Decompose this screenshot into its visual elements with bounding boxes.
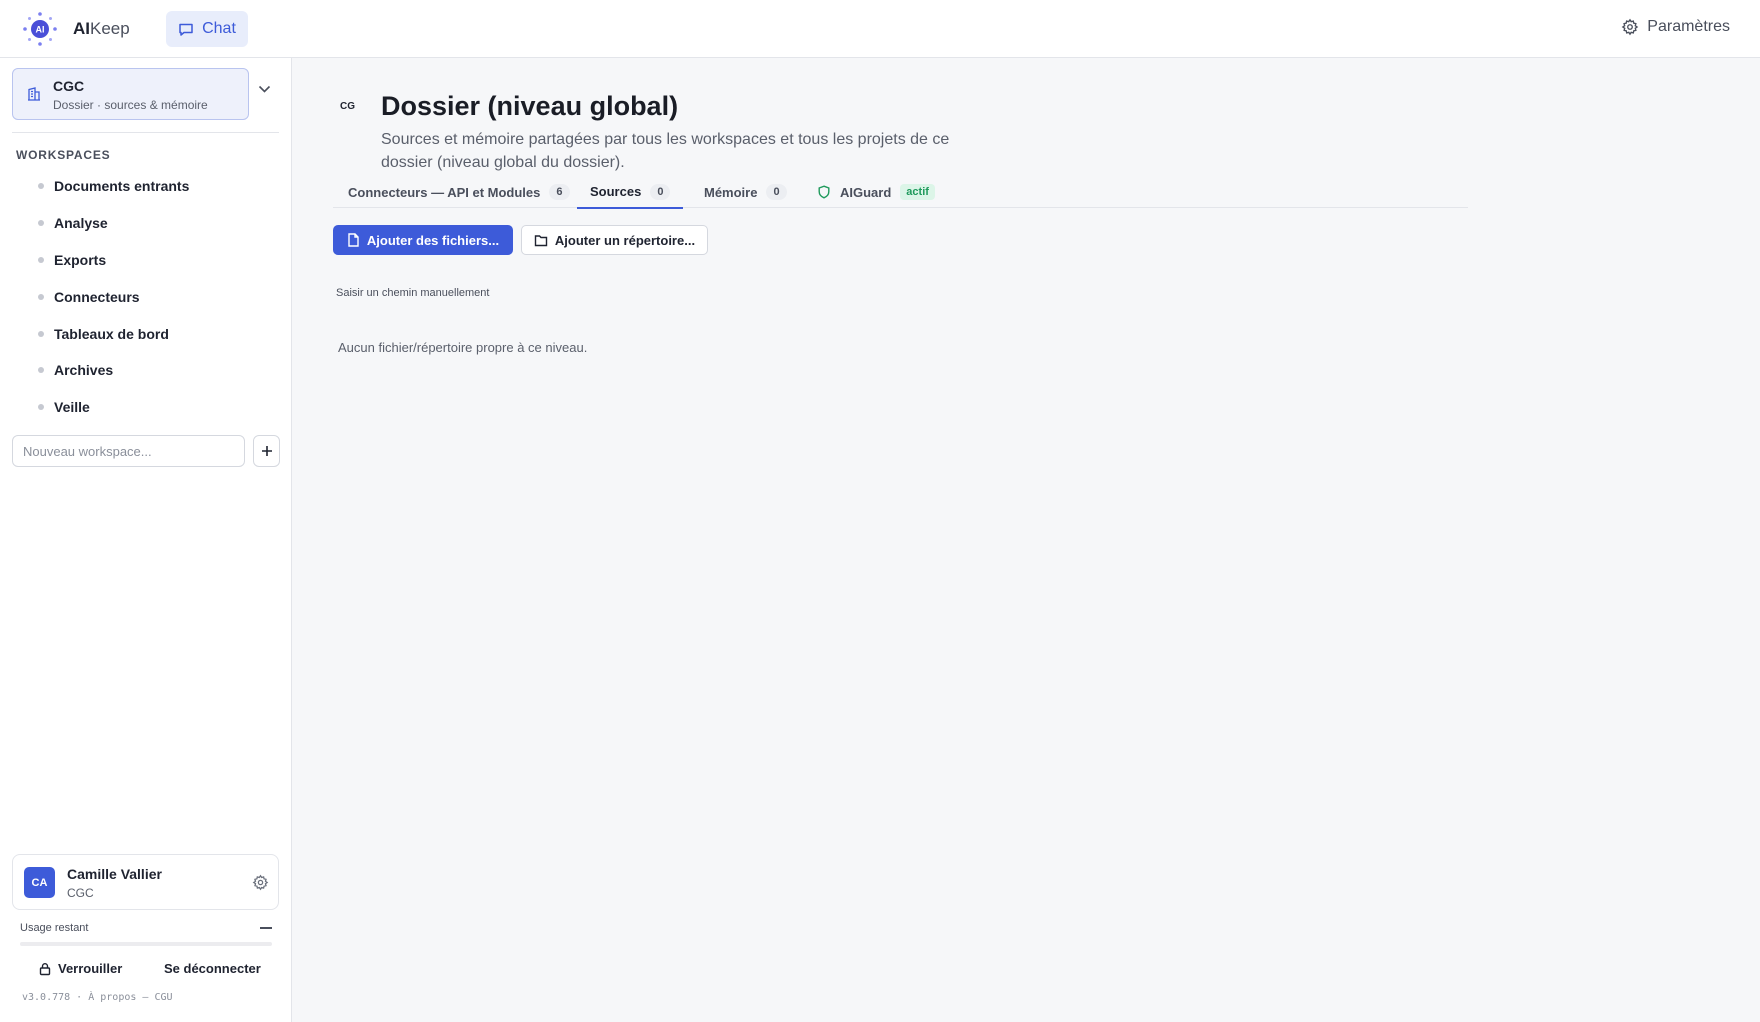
- tab-label: Connecteurs — API et Modules: [348, 184, 541, 200]
- usage-progress-bar: [20, 942, 272, 946]
- new-workspace-input[interactable]: [12, 435, 245, 467]
- building-icon: [28, 87, 40, 101]
- avatar[interactable]: CA: [24, 867, 55, 898]
- main-content: CG Dossier (niveau global) Sources et mé…: [292, 58, 1760, 1022]
- bullet-dot-icon: [38, 293, 44, 300]
- add-folder-button[interactable]: Ajouter un répertoire...: [521, 225, 708, 255]
- sidebar-item-label: Tableaux de bord: [54, 325, 169, 342]
- tab-bar: Connecteurs — API et Modules 6 Sources 0…: [333, 176, 1468, 209]
- brand-bold: AI: [73, 19, 90, 38]
- tab-count: 0: [650, 183, 671, 200]
- gear-icon: [1621, 18, 1639, 36]
- sidebar-item-documents-entrants[interactable]: Documents entrants: [38, 168, 189, 205]
- bullet-dot-icon: [38, 220, 44, 227]
- page-title: Dossier (niveau global): [381, 91, 679, 121]
- logout-button[interactable]: Se déconnecter: [164, 961, 261, 976]
- usage-label: Usage restant: [20, 922, 89, 934]
- tab-aiguard[interactable]: AIGuard actif: [817, 176, 935, 208]
- user-card: CA Camille Vallier CGC: [12, 854, 279, 910]
- tab-label: AIGuard: [840, 184, 892, 200]
- shield-icon: [818, 185, 830, 199]
- lock-button[interactable]: Verrouiller: [38, 961, 122, 976]
- plus-icon: [261, 446, 272, 456]
- settings-button[interactable]: Paramètres: [1621, 18, 1730, 36]
- status-badge: actif: [900, 184, 935, 200]
- chat-button[interactable]: Chat: [166, 11, 248, 47]
- chevron-down-icon[interactable]: [258, 85, 271, 94]
- aikeep-logo-icon[interactable]: AI: [22, 11, 58, 47]
- tab-connecteurs[interactable]: Connecteurs — API et Modules 6: [348, 176, 570, 208]
- add-files-button[interactable]: Ajouter des fichiers...: [333, 225, 513, 255]
- bullet-dot-icon: [38, 404, 44, 411]
- sidebar-item-tableaux-de-bord[interactable]: Tableaux de bord: [38, 315, 189, 352]
- tab-count: 0: [766, 184, 787, 200]
- sidebar-item-label: Veille: [54, 399, 90, 416]
- tab-count: 6: [549, 184, 570, 200]
- bullet-dot-icon: [38, 256, 44, 263]
- chat-bubble-icon: [179, 23, 193, 36]
- sidebar-item-connecteurs[interactable]: Connecteurs: [38, 278, 189, 315]
- empty-state-message: Aucun fichier/répertoire propre à ce niv…: [338, 340, 588, 355]
- top-bar: AI AIKeep Chat Paramètres: [0, 0, 1760, 58]
- bullet-dot-icon: [38, 367, 44, 374]
- sidebar-divider: [12, 132, 279, 133]
- add-files-label: Ajouter des fichiers...: [366, 232, 500, 248]
- gear-icon[interactable]: [252, 874, 269, 891]
- sidebar-item-label: Connecteurs: [54, 288, 140, 305]
- tab-label: Sources: [590, 184, 642, 199]
- org-name: CGC: [53, 78, 85, 94]
- sidebar-item-exports[interactable]: Exports: [38, 242, 189, 279]
- folder-icon: [534, 234, 548, 246]
- tab-label: Mémoire: [704, 184, 758, 200]
- tab-memoire[interactable]: Mémoire 0: [704, 176, 787, 208]
- sidebar-item-label: Archives: [54, 362, 114, 379]
- manual-path-link[interactable]: Saisir un chemin manuellement: [336, 287, 489, 299]
- sidebar-item-veille[interactable]: Veille: [38, 389, 189, 426]
- add-workspace-button[interactable]: [253, 435, 280, 467]
- brand-rest: Keep: [90, 19, 130, 38]
- tab-sources[interactable]: Sources 0: [577, 176, 684, 209]
- user-org: CGC: [67, 886, 94, 900]
- org-selector[interactable]: CGC Dossier · sources & mémoire: [12, 68, 249, 120]
- bullet-dot-icon: [38, 183, 44, 190]
- logo-text: AI: [36, 25, 45, 35]
- usage-collapse-icon[interactable]: [260, 927, 272, 929]
- sidebar-item-analyse[interactable]: Analyse: [38, 205, 189, 242]
- sidebar-item-label: Exports: [54, 251, 107, 268]
- chat-label: Chat: [202, 20, 236, 37]
- org-subtitle: Dossier · sources & mémoire: [53, 98, 208, 112]
- add-folder-label: Ajouter un répertoire...: [554, 232, 696, 248]
- sidebar-item-label: Documents entrants: [54, 178, 190, 195]
- sidebar: CGC Dossier · sources & mémoire WORKSPAC…: [0, 58, 292, 1022]
- lock-label: Verrouiller: [58, 961, 123, 976]
- lock-icon: [39, 962, 51, 975]
- sidebar-item-archives[interactable]: Archives: [38, 352, 189, 389]
- page-description: Sources et mémoire partagées par tous le…: [381, 131, 950, 171]
- file-icon: [348, 233, 359, 247]
- workspace-list: Documents entrants Analyse Exports Conne…: [38, 168, 189, 426]
- workspaces-title: WORKSPACES: [16, 148, 111, 162]
- user-name: Camille Vallier: [67, 866, 162, 882]
- bullet-dot-icon: [38, 330, 44, 337]
- settings-label: Paramètres: [1647, 18, 1730, 35]
- brand-name: AIKeep: [73, 19, 130, 39]
- version-info[interactable]: v3.0.778 · À propos — CGU: [22, 992, 173, 1003]
- sidebar-item-label: Analyse: [54, 215, 108, 232]
- dossier-badge: CG: [340, 101, 355, 112]
